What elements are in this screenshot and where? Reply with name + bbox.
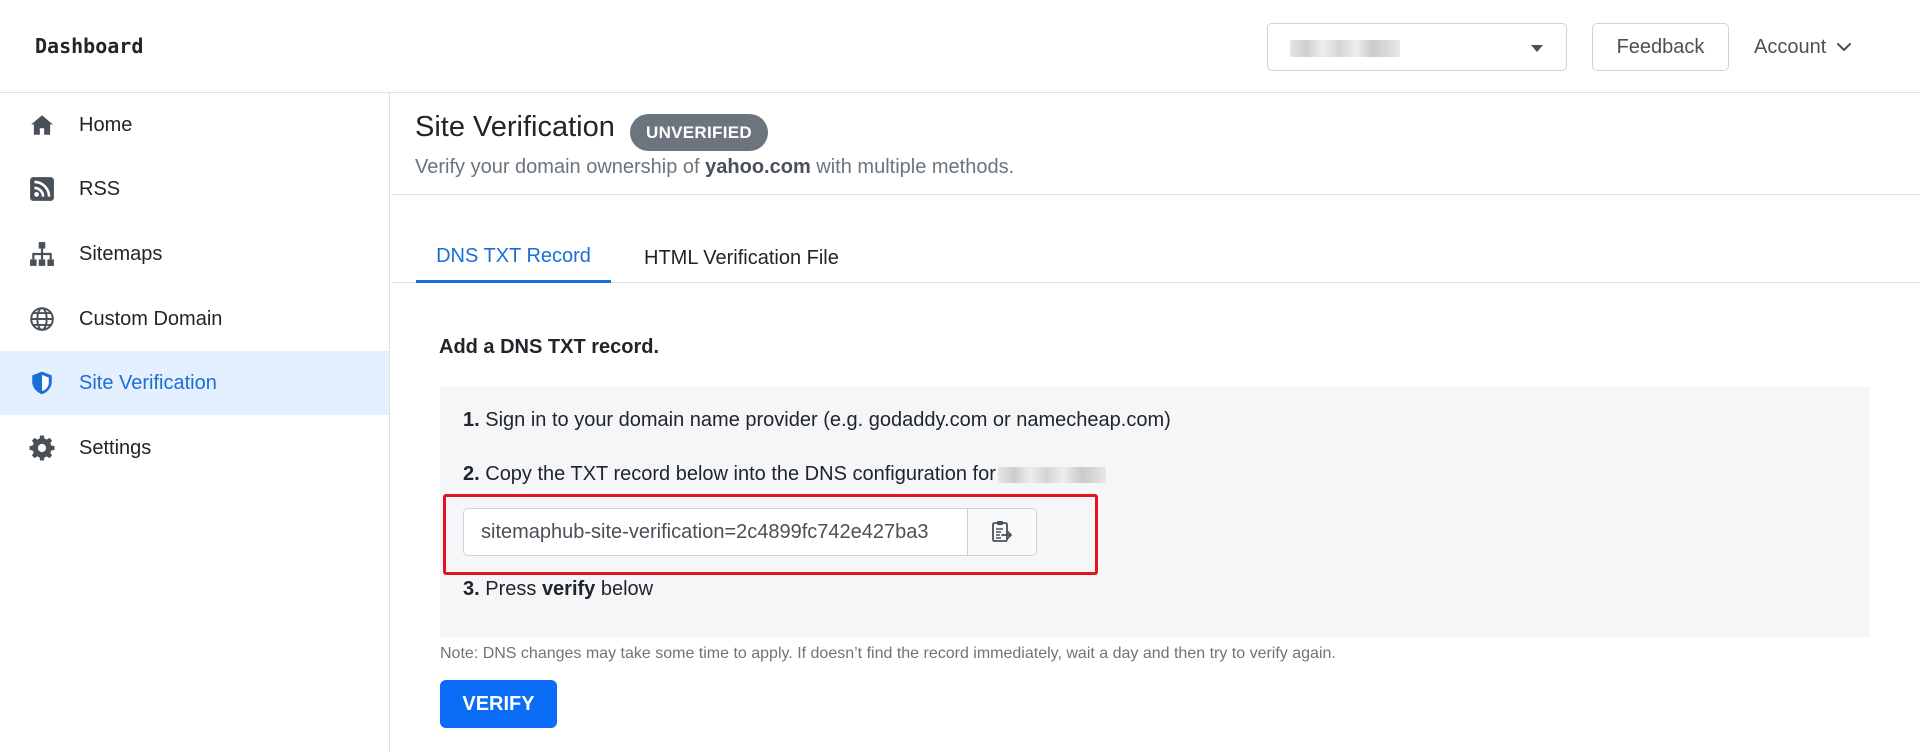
subtitle-suffix: with multiple methods. <box>810 156 1015 178</box>
sidebar-item-label: Settings <box>79 436 152 459</box>
caret-down-icon <box>1531 45 1543 52</box>
sidebar-item-site-verification[interactable]: Site Verification <box>0 351 389 415</box>
step-text: Press <box>479 578 542 600</box>
step-number: 2. <box>463 463 480 485</box>
section-heading: Add a DNS TXT record. <box>439 336 660 358</box>
sitemap-icon <box>29 241 55 267</box>
instructions-panel: 1. Sign in to your domain name provider … <box>440 387 1870 637</box>
home-icon <box>29 112 55 138</box>
tab-dns-txt-record[interactable]: DNS TXT Record <box>416 233 611 283</box>
sidebar-item-label: Home <box>79 113 133 136</box>
step-text-bold: verify <box>541 578 596 600</box>
site-selector-value-redacted <box>1290 40 1400 57</box>
status-badge: UNVERIFIED <box>630 114 768 151</box>
step-number: 3. <box>463 578 480 600</box>
sidebar-item-label: Custom Domain <box>79 307 223 330</box>
globe-icon <box>29 306 55 332</box>
tab-html-verification-file[interactable]: HTML Verification File <box>644 233 839 283</box>
step-number: 1. <box>463 409 480 431</box>
dns-note: Note: DNS changes may take some time to … <box>440 645 1336 662</box>
brand-title[interactable]: Dashboard <box>35 34 143 58</box>
step-1: 1. Sign in to your domain name provider … <box>463 409 1171 432</box>
txt-record-field[interactable] <box>463 508 968 556</box>
subtitle-prefix: Verify your domain ownership of <box>415 156 706 178</box>
step-text: Copy the TXT record below into the DNS c… <box>479 463 996 485</box>
page-title: Site Verification <box>415 111 615 143</box>
step-text: below <box>595 578 654 600</box>
sidebar: Home RSS Sitemaps Custom Domain Site Ver… <box>0 93 390 752</box>
clipboard-copy-icon <box>992 521 1012 542</box>
sidebar-item-rss[interactable]: RSS <box>0 157 389 221</box>
title-divider <box>391 194 1920 195</box>
subtitle-domain: yahoo.com <box>705 156 811 178</box>
verify-button[interactable]: VERIFY <box>440 680 557 728</box>
feedback-button[interactable]: Feedback <box>1592 23 1729 71</box>
domain-redacted <box>997 466 1106 483</box>
step-2: 2. Copy the TXT record below into the DN… <box>463 463 1106 486</box>
top-header: Dashboard Feedback Account <box>0 0 1920 93</box>
copy-button[interactable] <box>967 508 1037 556</box>
site-selector-dropdown[interactable] <box>1267 23 1567 71</box>
step-text: Sign in to your domain name provider (e.… <box>479 409 1171 431</box>
page-subtitle: Verify your domain ownership of yahoo.co… <box>415 156 1014 179</box>
chevron-down-icon <box>1837 43 1852 51</box>
gear-icon <box>29 435 55 461</box>
main-content: Site Verification UNVERIFIED Verify your… <box>391 93 1920 752</box>
shield-icon <box>29 370 55 396</box>
sidebar-item-label: Sitemaps <box>79 242 163 265</box>
txt-record-group <box>463 508 1037 556</box>
rss-icon <box>29 176 55 202</box>
sidebar-item-label: RSS <box>79 177 121 200</box>
sidebar-item-home[interactable]: Home <box>0 93 389 157</box>
account-label: Account <box>1754 35 1827 58</box>
verification-tabs: DNS TXT Record HTML Verification File <box>391 233 1920 283</box>
step-3: 3. Press verify below <box>463 578 653 601</box>
account-menu[interactable]: Account <box>1754 32 1852 62</box>
sidebar-item-label: Site Verification <box>79 371 217 394</box>
sidebar-item-custom-domain[interactable]: Custom Domain <box>0 287 389 351</box>
sidebar-item-sitemaps[interactable]: Sitemaps <box>0 222 389 286</box>
sidebar-item-settings[interactable]: Settings <box>0 416 389 480</box>
